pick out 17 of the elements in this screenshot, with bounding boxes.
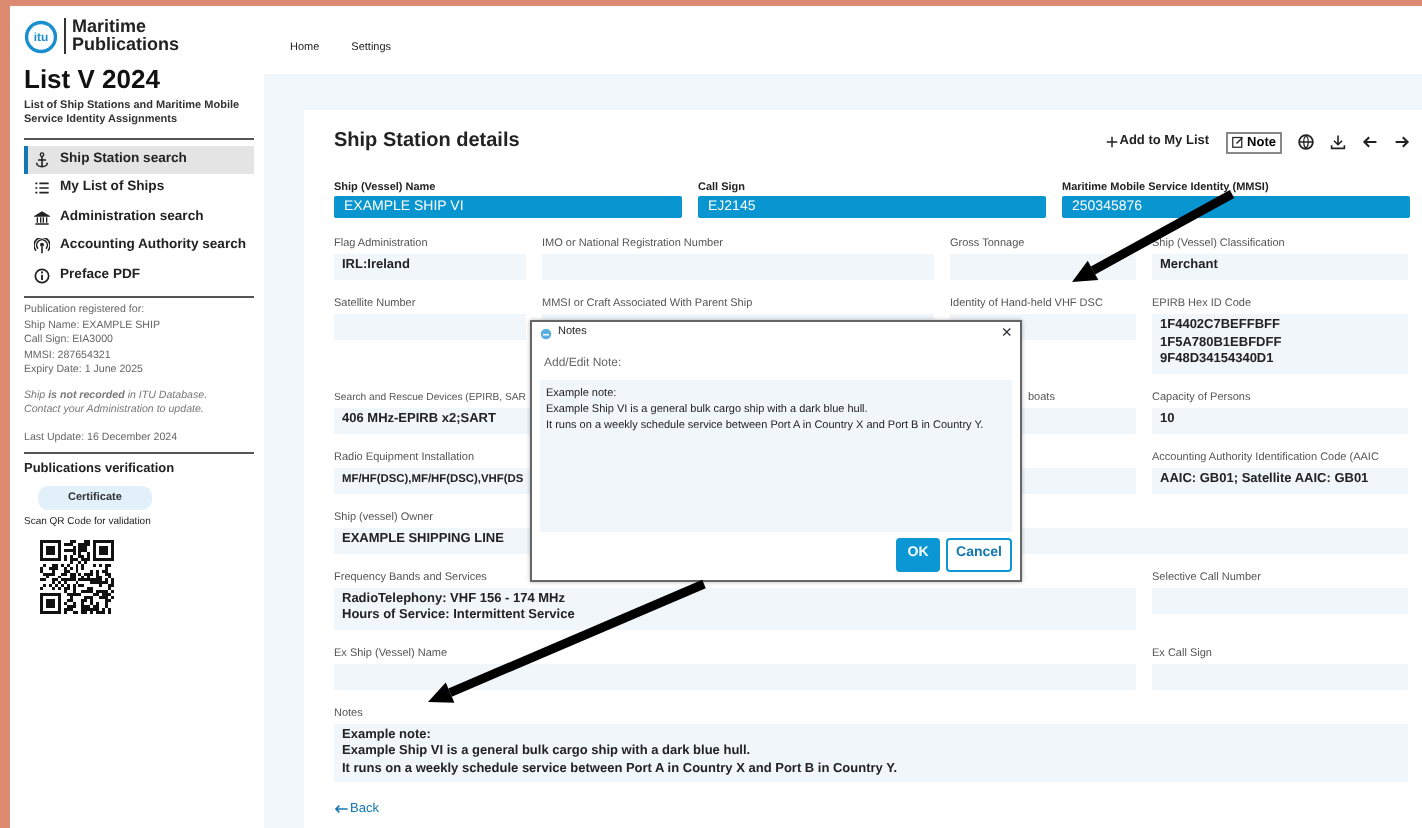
brand-name: Maritime Publications — [64, 18, 180, 54]
info-icon — [34, 267, 50, 284]
download-icon[interactable] — [1330, 134, 1346, 150]
globe-icon[interactable] — [1298, 134, 1314, 150]
app-title: List V 2024 — [24, 64, 162, 96]
close-button[interactable]: × — [1001, 324, 1012, 342]
notes-app-icon — [540, 327, 552, 339]
qr-code-drawing — [40, 539, 114, 614]
note-icon — [1231, 136, 1244, 148]
left-arrow-icon[interactable] — [1362, 134, 1378, 150]
bank-icon — [34, 209, 50, 226]
back-arrow-icon — [334, 804, 348, 814]
antenna-icon — [34, 238, 50, 255]
list-icon — [34, 180, 50, 197]
page-title: Ship Station details — [334, 130, 522, 154]
right-arrow-icon[interactable] — [1394, 134, 1410, 150]
plus-icon — [1105, 136, 1118, 148]
